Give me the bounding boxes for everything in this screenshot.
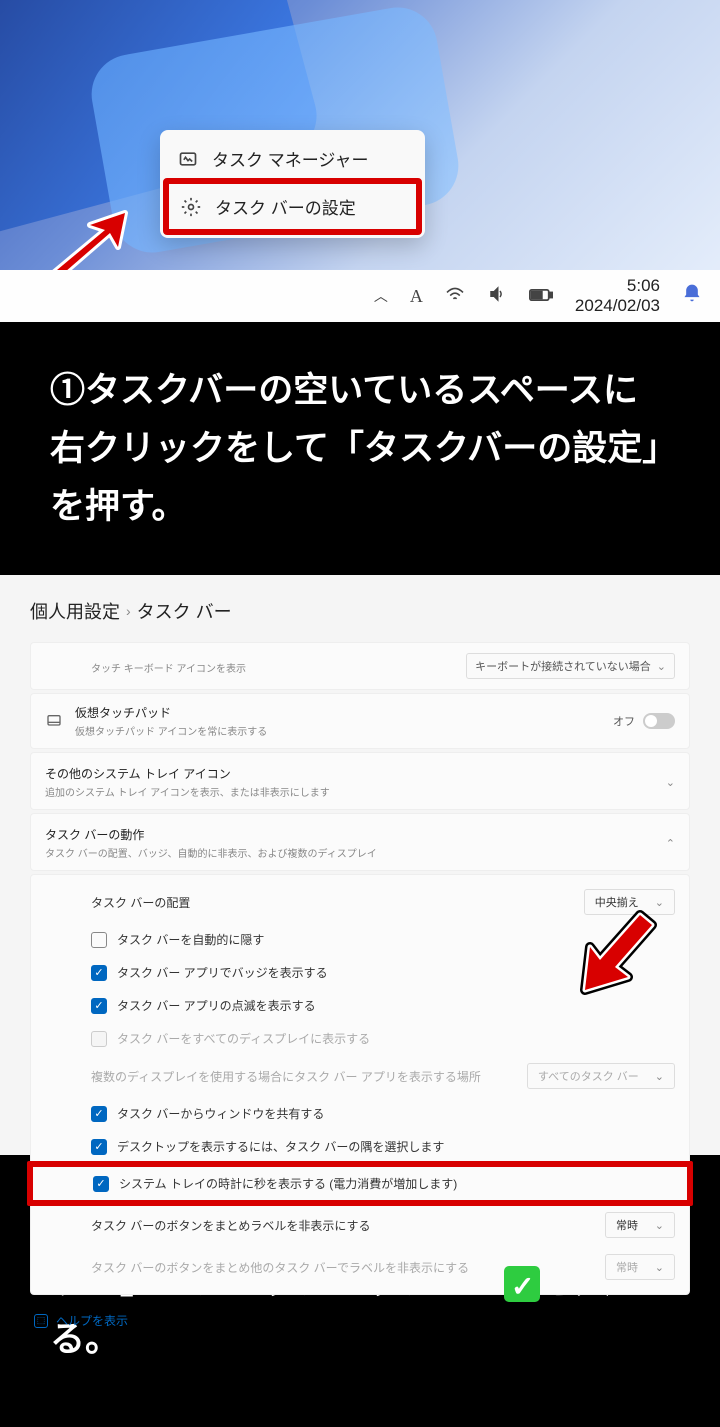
taskbar-screenshot-area: タスク マネージャー タスク バーの設定 ︿ A [0, 0, 720, 322]
chevron-down-icon: ⌄ [655, 1261, 664, 1274]
section-taskbar-behaviors[interactable]: タスク バーの動作 タスク バーの配置、バッジ、自動的に非表示、および複数のディ… [30, 813, 690, 871]
menu-item-task-manager[interactable]: タスク マネージャー [166, 136, 419, 181]
setting-touch-keyboard[interactable]: タッチ キーボード アイコンを表示 キーボートが接続されていない場合 ⌄ [30, 642, 690, 690]
taskbar-context-menu: タスク マネージャー タスク バーの設定 [160, 130, 425, 238]
volume-icon[interactable] [487, 285, 507, 308]
help-icon: ⬚ [34, 1314, 48, 1328]
settings-screenshot-area: 個人用設定 › タスク バー タッチ キーボード アイコンを表示 キーボートが接… [0, 575, 720, 1155]
notification-bell-icon[interactable] [682, 282, 702, 310]
chevron-up-icon: ⌃ [666, 837, 675, 850]
setting-combine-buttons: タスク バーのボタンをまとめラベルを非表示にする 常時 ⌄ [31, 1204, 689, 1246]
task-manager-icon [178, 149, 198, 169]
chevron-down-icon: ⌄ [657, 660, 666, 673]
combine-dropdown[interactable]: 常時 ⌄ [605, 1212, 675, 1238]
instruction-text-1: ①タスクバーの空いているスペースに右クリックをして「タスクバーの設定」を押す。 [0, 322, 720, 575]
setting-multi-display: 複数のディスプレイを使用する場合にタスク バー アプリを表示する場所 すべてのタ… [31, 1055, 689, 1097]
touchpad-icon [45, 712, 63, 730]
touch-keyboard-dropdown[interactable]: キーボートが接続されていない場合 ⌄ [466, 653, 675, 679]
setting-share-window[interactable]: タスク バーからウィンドウを共有する [31, 1097, 689, 1130]
badges-checkbox[interactable] [91, 965, 107, 981]
taskbar-clock[interactable]: 5:06 2024/02/03 [575, 276, 660, 315]
breadcrumb: 個人用設定 › タスク バー [30, 590, 690, 642]
menu-item-taskbar-settings[interactable]: タスク バーの設定 [163, 178, 422, 235]
chevron-down-icon: ⌄ [666, 776, 675, 789]
red-arrow-down-annotation [570, 905, 670, 1005]
menu-label: タスク マネージャー [212, 146, 369, 171]
breadcrumb-parent[interactable]: 個人用設定 [30, 598, 120, 624]
section-other-tray-icons[interactable]: その他のシステム トレイ アイコン 追加のシステム トレイ アイコンを表示、また… [30, 752, 690, 810]
battery-icon[interactable] [529, 286, 553, 307]
combine-other-dropdown: 常時 ⌄ [605, 1254, 675, 1280]
highlighted-setting: システム トレイの時計に秒を表示する (電力消費が増加します) [27, 1161, 693, 1206]
menu-label: タスク バーの設定 [215, 194, 356, 219]
breadcrumb-current: タスク バー [137, 598, 232, 624]
gear-icon [181, 197, 201, 217]
all-displays-checkbox [91, 1031, 107, 1047]
ime-icon[interactable]: A [410, 286, 423, 307]
chevron-right-icon: › [126, 603, 131, 619]
setting-virtual-touchpad[interactable]: 仮想タッチパッド 仮想タッチパッド アイコンを常に表示する オフ [30, 693, 690, 749]
setting-all-displays: タスク バーをすべてのディスプレイに表示する [31, 1022, 689, 1055]
setting-far-corner[interactable]: デスクトップを表示するには、タスク バーの隅を選択します [31, 1130, 689, 1163]
virtual-touchpad-toggle[interactable] [643, 713, 675, 729]
far-corner-checkbox[interactable] [91, 1139, 107, 1155]
wifi-icon[interactable] [445, 286, 465, 307]
chevron-down-icon: ⌄ [655, 1219, 664, 1232]
show-seconds-checkbox[interactable] [93, 1176, 109, 1192]
clock-time: 5:06 [627, 276, 660, 296]
checkmark-emoji [504, 1266, 540, 1302]
tray-chevron-up-icon[interactable]: ︿ [374, 286, 388, 306]
taskbar[interactable]: ︿ A 5:06 2024/02/03 [0, 270, 720, 322]
chevron-down-icon: ⌄ [655, 1070, 664, 1083]
share-window-checkbox[interactable] [91, 1106, 107, 1122]
setting-combine-other: タスク バーのボタンをまとめ他のタスク バーでラベルを非表示にする 常時 ⌄ [31, 1246, 689, 1288]
flashing-checkbox[interactable] [91, 998, 107, 1014]
auto-hide-checkbox[interactable] [91, 932, 107, 948]
clock-date: 2024/02/03 [575, 296, 660, 316]
multi-display-dropdown: すべてのタスク バー ⌄ [527, 1063, 675, 1089]
help-link[interactable]: ⬚ ヘルプを表示 [30, 1298, 690, 1333]
setting-show-seconds[interactable]: システム トレイの時計に秒を表示する (電力消費が増加します) [33, 1167, 687, 1200]
